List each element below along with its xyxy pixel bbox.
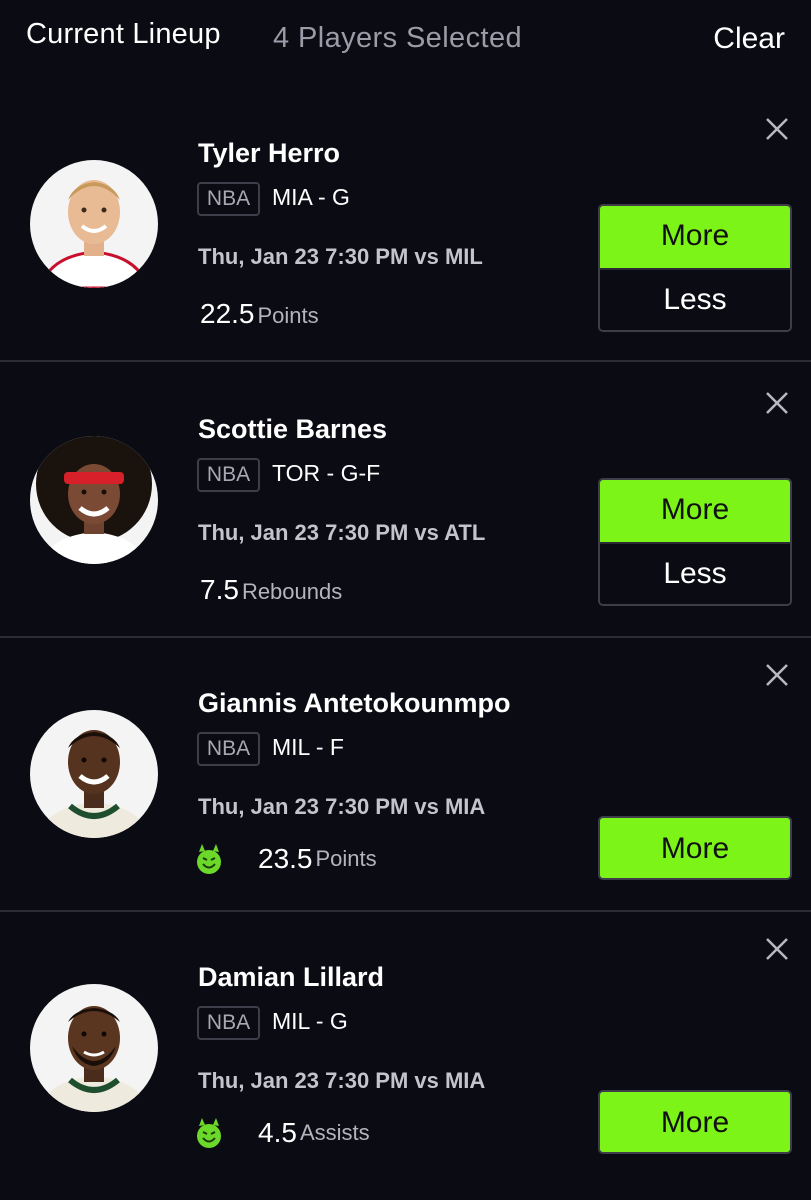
more-less-toggle: More Less	[598, 478, 792, 606]
projection-value: 7.5	[200, 574, 239, 605]
player-name: Tyler Herro	[198, 138, 341, 168]
player-card: Scottie Barnes NBA TOR - G-F Thu, Jan 23…	[0, 364, 811, 638]
demon-icon	[196, 842, 222, 876]
lineup-header: Current Lineup 4 Players Selected Clear	[0, 0, 811, 88]
player-card: Damian Lillard NBA MIL - G Thu, Jan 23 7…	[0, 912, 811, 1200]
team-position: TOR - G-F	[272, 460, 381, 486]
projection-value: 22.5	[200, 298, 255, 329]
game-info: Thu, Jan 23 7:30 PM vs MIL	[198, 244, 483, 269]
game-info: Thu, Jan 23 7:30 PM vs ATL	[198, 520, 486, 545]
league-badge: NBA	[197, 458, 260, 492]
league-badge: NBA	[197, 732, 260, 766]
game-info: Thu, Jan 23 7:30 PM vs MIA	[198, 1068, 486, 1093]
less-button[interactable]: Less	[600, 268, 790, 330]
league-badge: NBA	[197, 1006, 260, 1040]
projection-value: 4.5	[258, 1117, 297, 1148]
demon-icon	[196, 1116, 222, 1150]
player-name: Scottie Barnes	[198, 414, 388, 444]
close-icon[interactable]	[762, 114, 792, 144]
close-icon[interactable]	[762, 660, 792, 690]
more-button[interactable]: More	[598, 1090, 792, 1154]
player-avatar	[30, 710, 158, 838]
more-button[interactable]: More	[598, 816, 792, 880]
projection: 4.5 Assists	[196, 1116, 370, 1150]
player-name: Giannis Antetokounmpo	[198, 688, 511, 718]
projection-value: 23.5	[258, 843, 313, 874]
projection: 22.5 Points	[200, 298, 319, 330]
projection-unit: Points	[315, 846, 377, 871]
more-button[interactable]: More	[600, 480, 790, 542]
projection-unit: Assists	[299, 1120, 370, 1145]
players-selected-count: 4 Players Selected	[273, 22, 522, 54]
league-badge: NBA	[197, 182, 260, 216]
team-position: MIL - G	[272, 1008, 348, 1034]
less-button[interactable]: Less	[600, 542, 790, 604]
more-less-toggle: More Less	[598, 204, 792, 332]
player-card: Giannis Antetokounmpo NBA MIL - F Thu, J…	[0, 638, 811, 912]
clear-button[interactable]: Clear	[713, 22, 785, 56]
player-avatar	[30, 160, 158, 288]
game-info: Thu, Jan 23 7:30 PM vs MIA	[198, 794, 486, 819]
player-card: Tyler Herro NBA MIA - G Thu, Jan 23 7:30…	[0, 88, 811, 362]
player-avatar	[30, 436, 158, 564]
projection: 23.5 Points	[196, 842, 377, 876]
close-icon[interactable]	[762, 934, 792, 964]
player-avatar	[30, 984, 158, 1112]
page-title: Current Lineup	[26, 18, 221, 50]
more-button[interactable]: More	[600, 206, 790, 268]
close-icon[interactable]	[762, 388, 792, 418]
team-position: MIA - G	[272, 184, 350, 210]
player-name: Damian Lillard	[198, 962, 385, 992]
team-position: MIL - F	[272, 734, 344, 760]
projection-unit: Rebounds	[241, 579, 343, 604]
projection: 7.5 Rebounds	[200, 574, 342, 606]
projection-unit: Points	[257, 303, 319, 328]
